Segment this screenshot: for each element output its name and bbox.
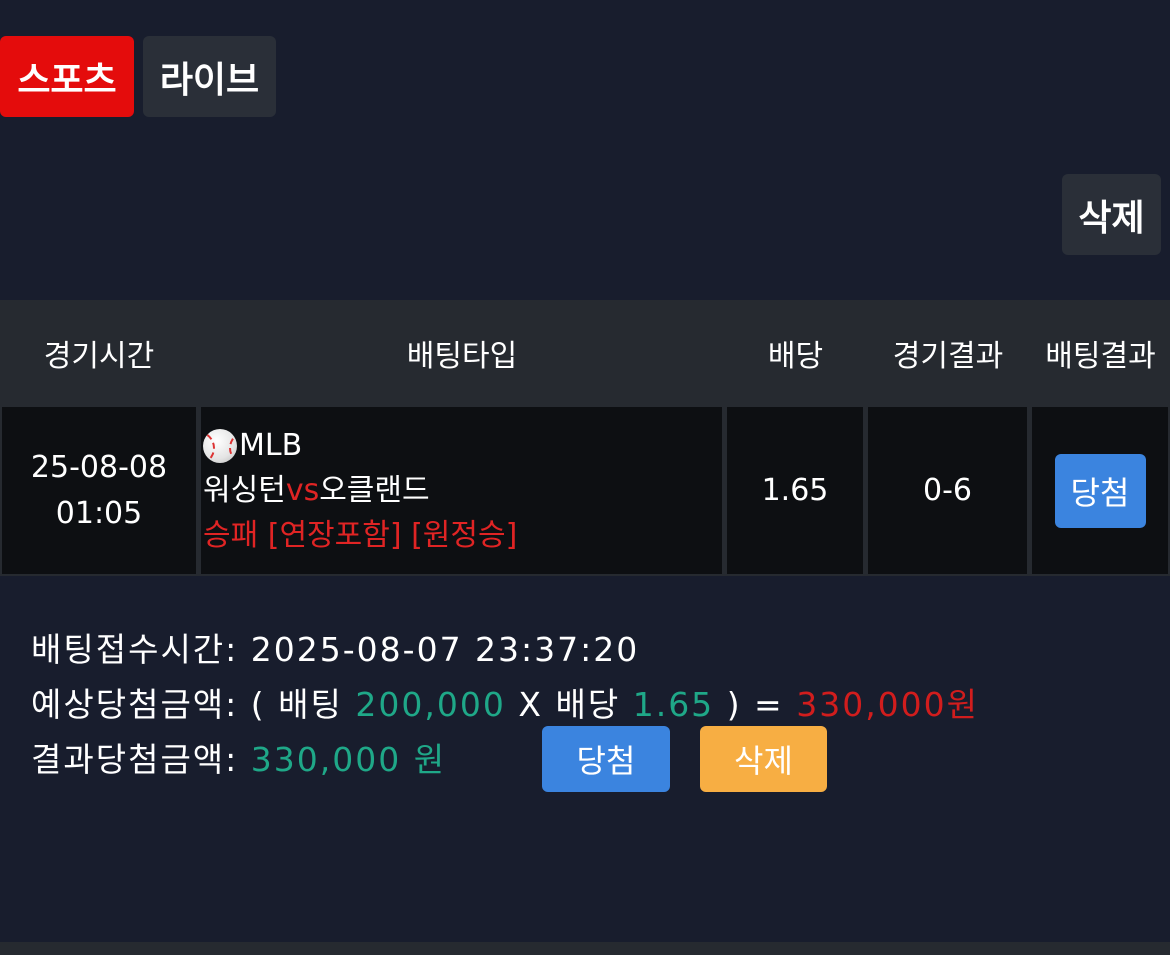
bet-result-cell: 당첨 bbox=[1032, 407, 1168, 574]
win-badge[interactable]: 당첨 bbox=[1054, 453, 1146, 528]
win-button[interactable]: 당첨 bbox=[542, 726, 670, 792]
table-header: 경기시간 배팅타입 배당 경기결과 배팅결과 bbox=[0, 300, 1170, 405]
received-time-line: 배팅접수시간: 2025-08-07 23:37:20 bbox=[31, 623, 639, 671]
game-time-cell: 25-08-08 01:05 bbox=[2, 407, 196, 574]
table-row: 25-08-08 01:05 MLB 워싱턴vs오클랜드 승패 [연장포함] [… bbox=[0, 405, 1170, 576]
tab-sports[interactable]: 스포츠 bbox=[0, 36, 134, 117]
game-result-cell: 0-6 bbox=[868, 407, 1027, 574]
vs-label: vs bbox=[285, 473, 320, 508]
close-equals: ) = bbox=[726, 685, 784, 724]
received-label: 배팅접수시간: bbox=[31, 630, 239, 669]
matchup: 워싱턴vs오클랜드 bbox=[203, 468, 517, 513]
tab-bar: 스포츠 라이브 bbox=[0, 36, 276, 117]
bet-word: 배팅 bbox=[278, 685, 343, 724]
odds-value: 1.65 bbox=[761, 473, 829, 508]
league-name: MLB bbox=[239, 428, 303, 463]
odds-word: 배당 bbox=[555, 685, 621, 724]
expected-amount-line: 예상당첨금액: ( 배팅 200,000 X 배당 1.65 ) = 330,0… bbox=[31, 678, 979, 726]
times-sign: X bbox=[518, 685, 543, 724]
score-value: 0-6 bbox=[923, 473, 972, 508]
away-team: 오클랜드 bbox=[319, 473, 430, 508]
summary-odds: 1.65 bbox=[632, 685, 715, 724]
received-time: 2025-08-07 23:37:20 bbox=[250, 630, 640, 669]
expected-amount: 330,000원 bbox=[796, 685, 980, 724]
delete-bet-button[interactable]: 삭제 bbox=[700, 726, 827, 792]
delete-button[interactable]: 삭제 bbox=[1062, 174, 1161, 255]
result-amount: 330,000 원 bbox=[250, 740, 447, 779]
tab-live[interactable]: 라이브 bbox=[143, 36, 276, 117]
odds-cell: 1.65 bbox=[727, 407, 863, 574]
result-label: 결과당첨금액: bbox=[31, 740, 239, 779]
game-date: 25-08-08 bbox=[30, 449, 168, 485]
open-paren: ( bbox=[250, 685, 266, 724]
header-bet-result: 배팅결과 bbox=[1045, 338, 1156, 374]
game-clock: 01:05 bbox=[55, 495, 143, 531]
market-label: 승패 [연장포함] [원정승] bbox=[203, 518, 518, 553]
header-bet-type: 배팅타입 bbox=[406, 338, 518, 374]
baseball-icon bbox=[203, 428, 237, 463]
home-team: 워싱턴 bbox=[203, 473, 286, 508]
header-odds: 배당 bbox=[767, 338, 824, 374]
result-amount-line: 결과당첨금액: 330,000 원 bbox=[31, 733, 446, 781]
header-game-time: 경기시간 bbox=[43, 338, 155, 374]
stake-amount: 200,000 bbox=[355, 685, 506, 724]
bet-type-cell: MLB 워싱턴vs오클랜드 승패 [연장포함] [원정승] bbox=[201, 407, 722, 574]
header-game-result: 경기결과 bbox=[892, 338, 1004, 374]
footer-bar bbox=[0, 942, 1170, 955]
expected-label: 예상당첨금액: bbox=[31, 685, 239, 724]
